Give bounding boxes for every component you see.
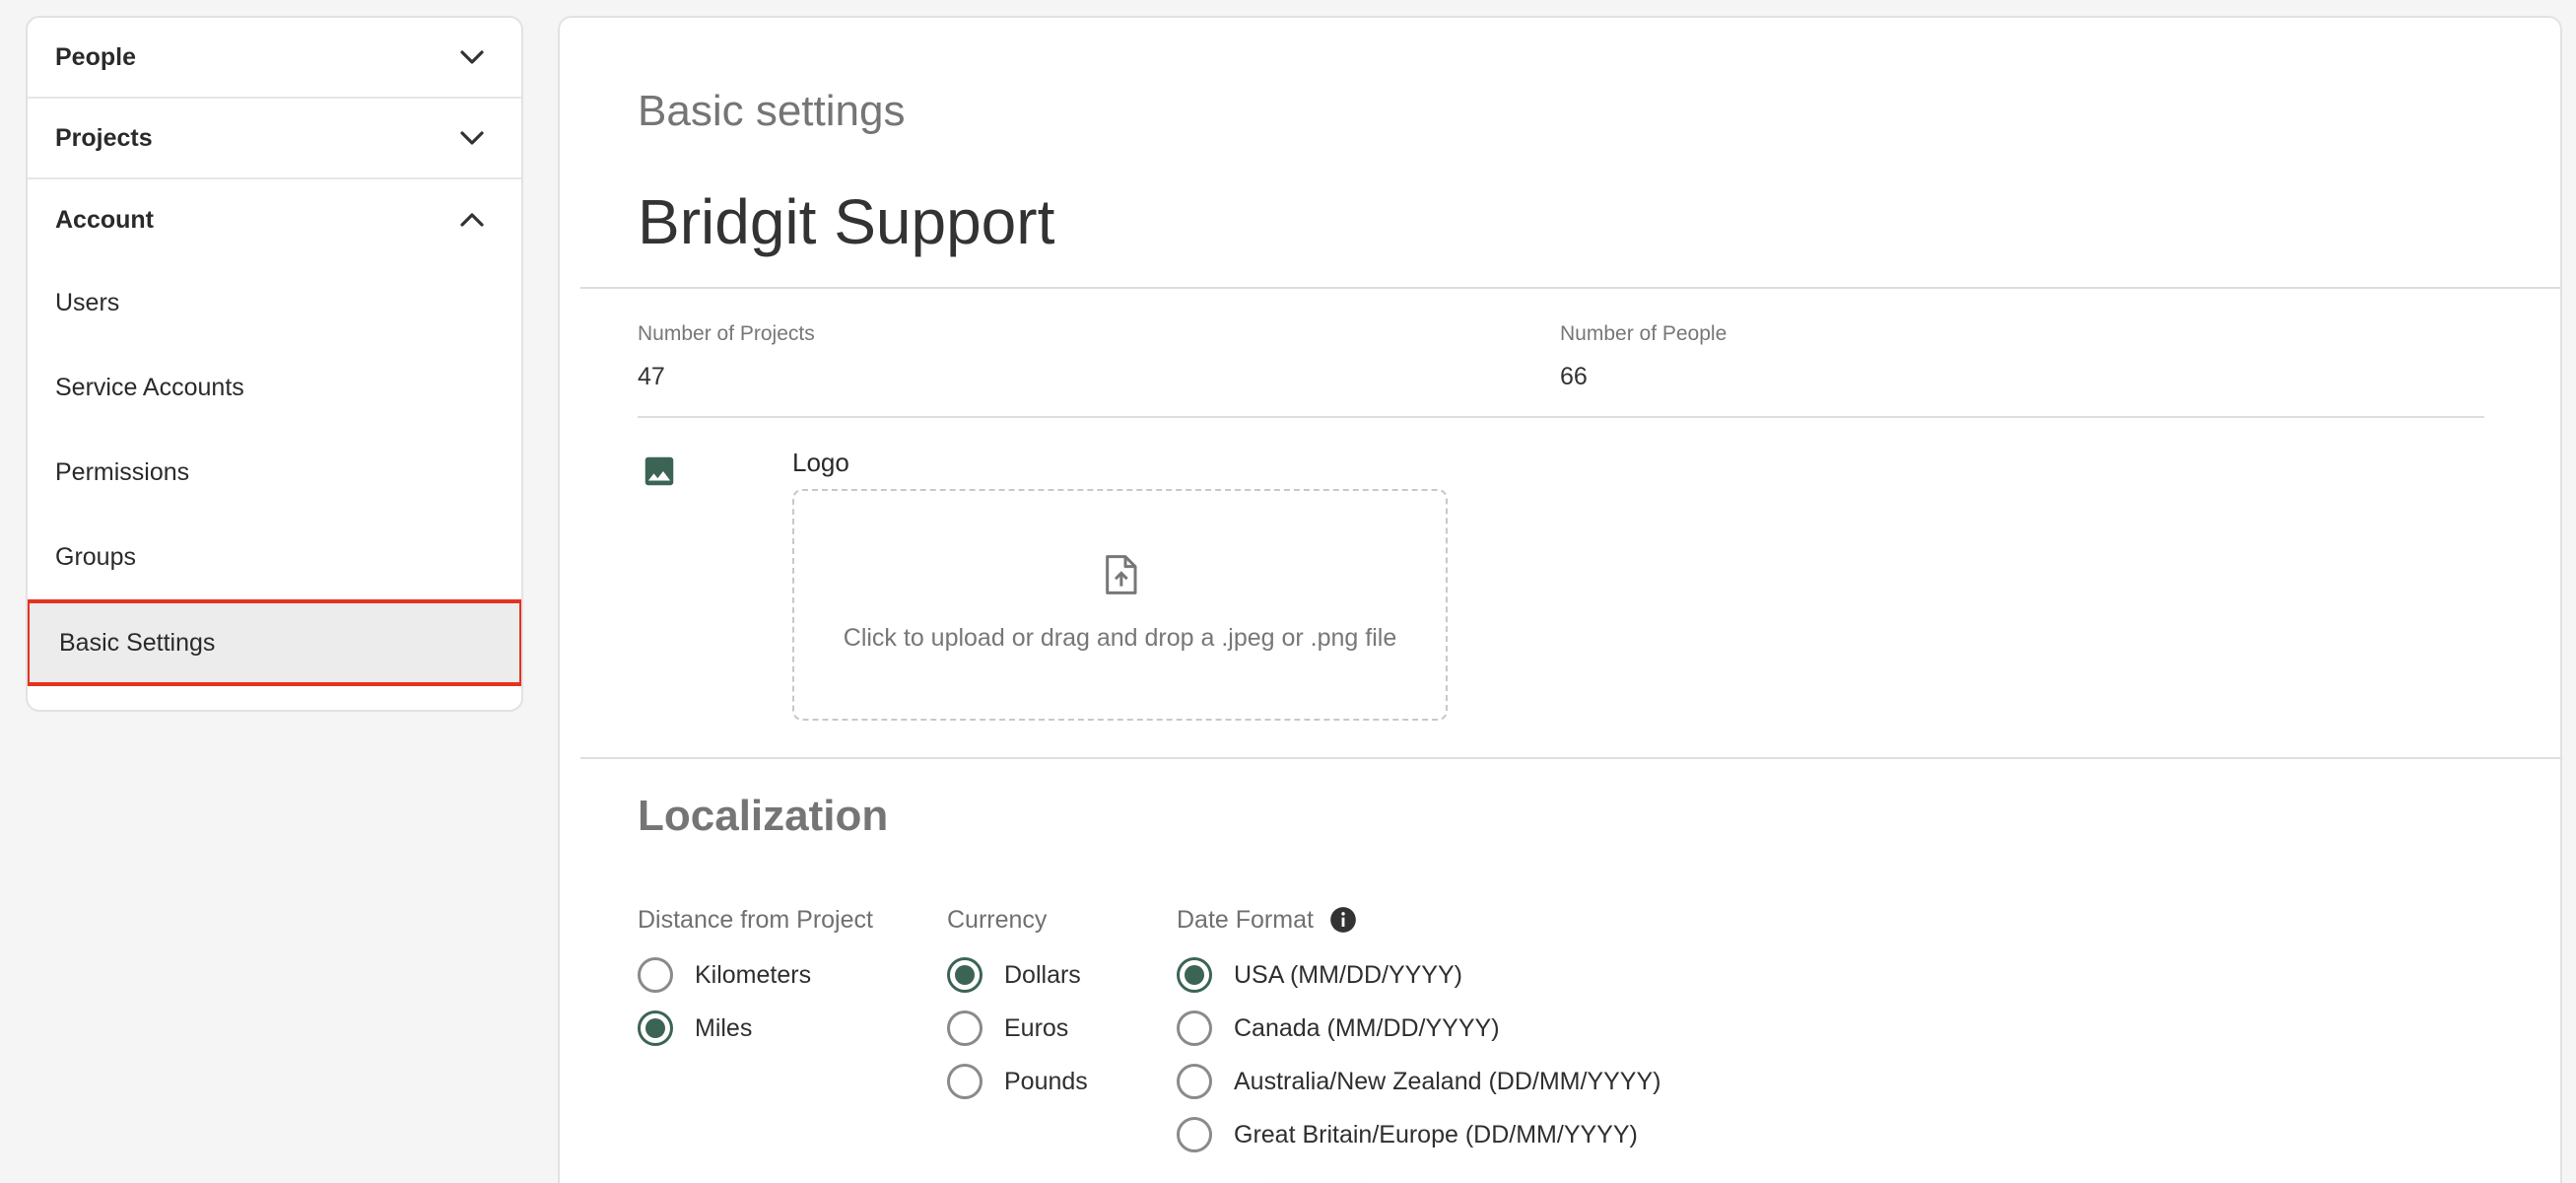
sidebar-section-label: People <box>55 42 136 71</box>
organization-name: Bridgit Support <box>638 186 1055 257</box>
localization-title: Localization <box>638 792 889 840</box>
radio-button[interactable] <box>1177 1010 1212 1046</box>
page-title: Basic settings <box>638 87 906 135</box>
sidebar-section-people[interactable]: People <box>28 18 521 99</box>
sidebar-item-label: Groups <box>55 542 136 571</box>
sidebar-item-label: Users <box>55 288 120 316</box>
currency-option-pounds[interactable]: Pounds <box>947 1055 1088 1108</box>
radio-label: Euros <box>1004 1013 1069 1042</box>
sidebar-item-permissions[interactable]: Permissions <box>28 430 521 515</box>
sidebar-item-label: Permissions <box>55 457 190 486</box>
radio-button[interactable] <box>1177 1064 1212 1099</box>
chevron-up-icon <box>458 206 486 234</box>
upload-file-icon <box>1101 553 1140 596</box>
divider <box>580 287 2562 289</box>
radio-button[interactable] <box>947 957 983 993</box>
radio-button[interactable] <box>947 1010 983 1046</box>
sidebar-section-label: Account <box>55 205 154 234</box>
divider <box>580 757 2562 759</box>
date-format-label: Date Format <box>1177 905 1314 934</box>
radio-label: Great Britain/Europe (DD/MM/YYYY) <box>1234 1120 1638 1148</box>
sidebar-section-account[interactable]: Account <box>28 179 521 260</box>
date-format-label-row: Date Format <box>1177 903 1661 937</box>
sidebar-item-users[interactable]: Users <box>28 260 521 345</box>
radio-label: Dollars <box>1004 960 1081 989</box>
radio-label: Australia/New Zealand (DD/MM/YYYY) <box>1234 1067 1661 1095</box>
date-format-option-australia-nz[interactable]: Australia/New Zealand (DD/MM/YYYY) <box>1177 1055 1661 1108</box>
chevron-down-icon <box>458 124 486 152</box>
sidebar-item-groups[interactable]: Groups <box>28 515 521 599</box>
radio-button[interactable] <box>1177 957 1212 993</box>
radio-button[interactable] <box>1177 1117 1212 1152</box>
chevron-down-icon <box>458 43 486 71</box>
currency-radio-group: Currency Dollars Euros Pounds <box>947 903 1088 1108</box>
distance-option-kilometers[interactable]: Kilometers <box>638 948 873 1002</box>
radio-label: USA (MM/DD/YYYY) <box>1234 960 1462 989</box>
distance-option-miles[interactable]: Miles <box>638 1002 873 1055</box>
radio-button[interactable] <box>638 1010 673 1046</box>
sidebar-section-label: Projects <box>55 123 153 152</box>
date-format-option-gb-europe[interactable]: Great Britain/Europe (DD/MM/YYYY) <box>1177 1108 1661 1161</box>
radio-label: Miles <box>695 1013 753 1042</box>
radio-button[interactable] <box>947 1064 983 1099</box>
divider <box>638 416 2484 418</box>
radio-label: Kilometers <box>695 960 812 989</box>
radio-label: Canada (MM/DD/YYYY) <box>1234 1013 1500 1042</box>
image-icon <box>641 452 678 490</box>
currency-option-euros[interactable]: Euros <box>947 1002 1088 1055</box>
logo-upload-dropzone[interactable]: Click to upload or drag and drop a .jpeg… <box>792 489 1448 721</box>
info-icon[interactable] <box>1329 906 1357 934</box>
sidebar-item-label: Service Accounts <box>55 373 244 401</box>
distance-label: Distance from Project <box>638 905 873 934</box>
date-format-radio-group: Date Format USA (MM/DD/YYYY) Canada (MM/… <box>1177 903 1661 1161</box>
projects-count-value: 47 <box>638 363 665 390</box>
sidebar-item-service-accounts[interactable]: Service Accounts <box>28 345 521 430</box>
settings-panel: Basic settings Bridgit Support Number of… <box>558 16 2562 1183</box>
distance-radio-group: Distance from Project Kilometers Miles <box>638 903 873 1055</box>
logo-label: Logo <box>792 448 849 477</box>
date-format-option-usa[interactable]: USA (MM/DD/YYYY) <box>1177 948 1661 1002</box>
sidebar-section-projects[interactable]: Projects <box>28 99 521 179</box>
people-count-label: Number of People <box>1560 322 1728 345</box>
sidebar-item-basic-settings[interactable]: Basic Settings <box>28 599 521 686</box>
currency-option-dollars[interactable]: Dollars <box>947 948 1088 1002</box>
currency-label: Currency <box>947 905 1048 934</box>
upload-instructions: Click to upload or drag and drop a .jpeg… <box>843 624 1397 652</box>
projects-count-label: Number of Projects <box>638 322 815 345</box>
people-count-value: 66 <box>1560 363 1588 390</box>
radio-label: Pounds <box>1004 1067 1088 1095</box>
sidebar-item-label: Basic Settings <box>59 628 216 657</box>
date-format-option-canada[interactable]: Canada (MM/DD/YYYY) <box>1177 1002 1661 1055</box>
radio-button[interactable] <box>638 957 673 993</box>
sidebar-nav: People Projects Account Users Service Ac… <box>26 16 523 712</box>
